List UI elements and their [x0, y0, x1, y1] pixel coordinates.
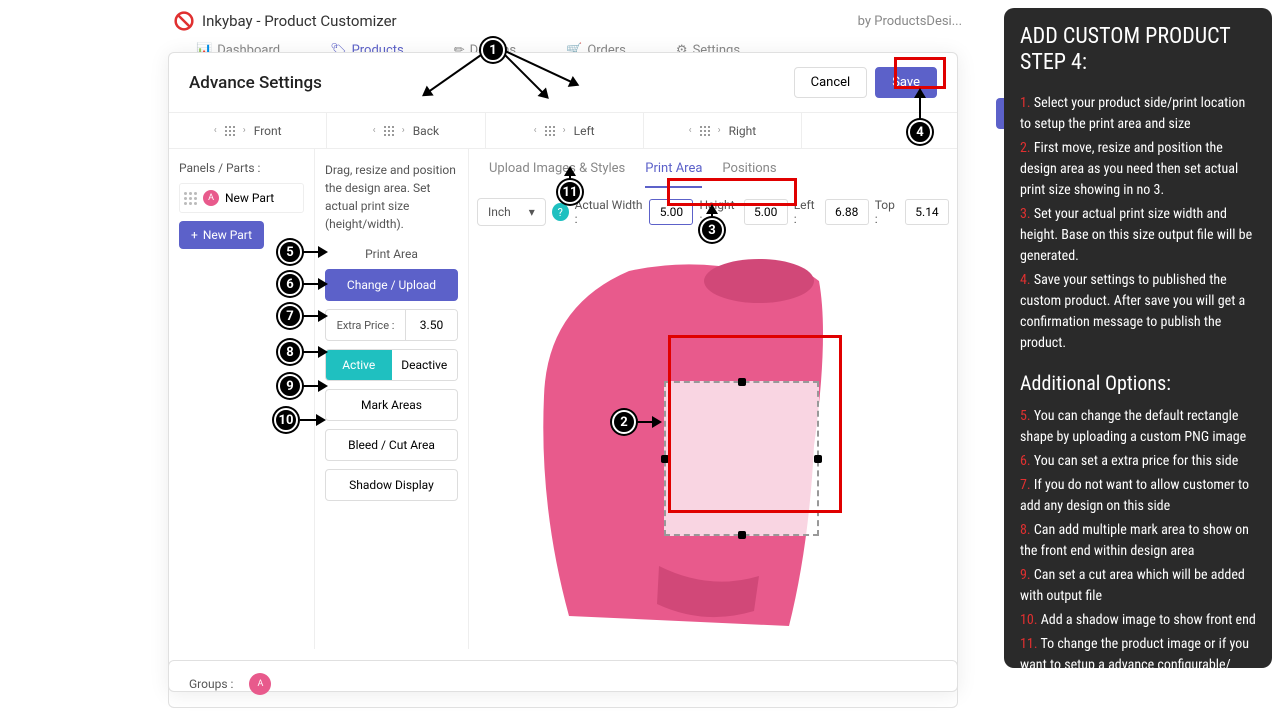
- arrow: [302, 283, 326, 285]
- callout-10: 10: [274, 408, 298, 432]
- callout-9: 9: [278, 374, 302, 398]
- callout-8: 8: [278, 340, 302, 364]
- help-icon[interactable]: ?: [552, 203, 569, 221]
- top-input[interactable]: [905, 199, 949, 225]
- shadow-display-button[interactable]: Shadow Display: [325, 469, 458, 501]
- resize-handle[interactable]: [738, 531, 746, 539]
- side-tab-left[interactable]: ‹›Left: [486, 113, 644, 148]
- bleed-cut-button[interactable]: Bleed / Cut Area: [325, 429, 458, 461]
- groups-footer: Groups : A: [168, 660, 958, 708]
- callout-3: 3: [700, 218, 724, 242]
- resize-handle[interactable]: [661, 455, 669, 463]
- arrow: [636, 421, 660, 423]
- design-area[interactable]: [664, 381, 819, 536]
- help-text: Drag, resize and position the design are…: [325, 161, 458, 233]
- side-tab-right[interactable]: ‹›Right: [644, 113, 802, 148]
- change-upload-button[interactable]: Change / Upload: [325, 269, 458, 301]
- arrow: [302, 385, 326, 387]
- callout-4: 4: [908, 120, 932, 144]
- panels-label: Panels / Parts :: [179, 161, 304, 175]
- side-tabs: ‹›Front ‹›Back ‹›Left ‹›Right: [169, 113, 957, 149]
- part-badge: A: [203, 190, 219, 206]
- panels-sidebar: Panels / Parts : A New Part + New Part: [169, 149, 314, 649]
- settings-modal: Advance Settings Cancel Save ‹›Front ‹›B…: [168, 52, 958, 692]
- cancel-button[interactable]: Cancel: [794, 67, 868, 98]
- arrow: [302, 251, 326, 253]
- section-title: Print Area: [325, 247, 458, 261]
- product-canvas[interactable]: [479, 236, 947, 636]
- extra-price-row: Extra Price :: [325, 309, 458, 341]
- side-tab-front[interactable]: ‹›Front: [169, 113, 327, 148]
- deactive-button[interactable]: Deactive: [392, 350, 458, 380]
- arrow: [919, 90, 921, 120]
- width-input[interactable]: [649, 199, 693, 225]
- info-title: ADD CUSTOM PRODUCT STEP 4:: [1020, 24, 1256, 77]
- instructions-panel: ADD CUSTOM PRODUCT STEP 4: 1. Select you…: [1004, 8, 1272, 668]
- callout-1: 1: [481, 38, 505, 62]
- callout-7: 7: [278, 304, 302, 328]
- arrow: [302, 315, 326, 317]
- callout-2: 2: [612, 410, 636, 434]
- unit-select[interactable]: Inch▾: [477, 198, 546, 226]
- tab-positions[interactable]: Positions: [722, 161, 776, 188]
- left-input[interactable]: [825, 199, 869, 225]
- tab-print-area[interactable]: Print Area: [645, 161, 702, 188]
- tab-upload-images[interactable]: Upload Images & Styles: [489, 161, 625, 188]
- arrow: [302, 351, 326, 353]
- print-area-panel: Drag, resize and position the design are…: [314, 149, 469, 649]
- drag-handle-icon[interactable]: [184, 192, 197, 205]
- arrow: [300, 419, 324, 421]
- height-input[interactable]: [744, 199, 788, 225]
- app-title: Inkybay - Product Customizer: [202, 12, 397, 30]
- app-logo-icon: [174, 11, 194, 31]
- part-item[interactable]: A New Part: [179, 183, 304, 213]
- save-button[interactable]: Save: [875, 67, 937, 98]
- callout-5: 5: [278, 240, 302, 264]
- app-header: Inkybay - Product Customizer by Products…: [166, 6, 970, 36]
- callout-11: 11: [558, 180, 582, 204]
- modal-title: Advance Settings: [189, 73, 322, 93]
- side-tab-back[interactable]: ‹›Back: [327, 113, 485, 148]
- group-badge[interactable]: A: [249, 673, 271, 695]
- app-byline: by ProductsDesi...: [858, 14, 962, 29]
- callout-6: 6: [278, 272, 302, 296]
- chevron-down-icon: ▾: [529, 205, 535, 219]
- active-button[interactable]: Active: [326, 350, 392, 380]
- add-part-button[interactable]: + New Part: [179, 221, 264, 249]
- active-toggle: Active Deactive: [325, 349, 458, 381]
- resize-handle[interactable]: [738, 378, 746, 386]
- resize-handle[interactable]: [814, 455, 822, 463]
- mark-areas-button[interactable]: Mark Areas: [325, 389, 458, 421]
- extra-price-input[interactable]: [405, 310, 457, 340]
